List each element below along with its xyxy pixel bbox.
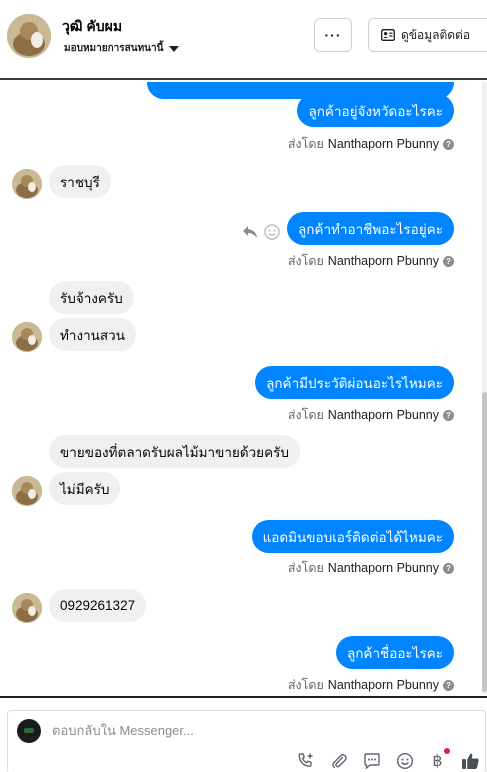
reply-icon[interactable]	[242, 225, 258, 239]
contact-name[interactable]: วุฒิ คับผม	[62, 16, 122, 38]
scrollbar-thumb[interactable]	[482, 392, 487, 692]
composer: ฿	[0, 696, 487, 772]
composer-box[interactable]: ฿	[7, 710, 486, 772]
message-bubble-outgoing[interactable]: ลูกค้าชื่ออะไรคะ	[335, 636, 454, 669]
message-bubble-outgoing[interactable]: แอดมินขอบเอร์ติดต่อได้ไหมคะ	[251, 520, 454, 553]
baht-icon[interactable]: ฿	[428, 748, 450, 770]
message-thread[interactable]: ลูกค้าอยู่จังหวัดอะไรคะ ส่งโดย Nanthapor…	[0, 82, 482, 694]
message-text: ราชบุรี	[60, 174, 100, 190]
message-text: ลูกค้าชื่ออะไรคะ	[346, 645, 443, 661]
contact-avatar-small[interactable]	[12, 476, 42, 506]
help-icon[interactable]: ?	[443, 409, 454, 421]
sent-by-prefix: ส่งโดย	[287, 408, 324, 422]
message-text: 0929261327	[60, 598, 136, 613]
contact-avatar-small[interactable]	[12, 169, 42, 199]
message-text: ลูกค้าทำอาชีพอะไรอยู่คะ	[298, 221, 443, 237]
message-bubble-incoming[interactable]: ทำงานสวน	[49, 318, 136, 351]
sent-by-prefix: ส่งโดย	[287, 678, 324, 692]
message-bubble-incoming[interactable]: 0929261327	[49, 589, 147, 622]
paperclip-icon[interactable]	[329, 751, 348, 770]
emoji-icon[interactable]	[395, 751, 414, 770]
contact-avatar[interactable]	[7, 14, 51, 58]
message-bubble-outgoing[interactable]: ลูกค้ามีประวัติผ่อนอะไรไหมคะ	[255, 366, 454, 399]
message-text: ขายของที่ตลาดรับผลไม้มาขายด้วยครับ	[60, 444, 289, 460]
assign-conversation-dropdown[interactable]: มอบหมายการสนทนานี้	[64, 41, 180, 56]
message-text: รับจ้างครับ	[60, 290, 123, 306]
sent-by-label: ส่งโดย Nanthaporn Pbunny ?	[288, 675, 454, 694]
conversation-header: วุฒิ คับผม มอบหมายการสนทนานี้ ··· ดูข้อม…	[0, 0, 487, 80]
view-contact-info-button[interactable]: ดูข้อมูลติดต่อ	[368, 18, 487, 52]
sender-name[interactable]: Nanthaporn Pbunny	[328, 137, 439, 151]
contact-avatar-small[interactable]	[12, 322, 42, 352]
sent-by-prefix: ส่งโดย	[287, 254, 324, 268]
message-text: แอดมินขอบเอร์ติดต่อได้ไหมคะ	[262, 529, 443, 545]
sent-by-prefix: ส่งโดย	[287, 137, 324, 151]
message-text: ลูกค้ามีประวัติผ่อนอะไรไหมคะ	[266, 375, 443, 391]
help-icon[interactable]: ?	[443, 255, 454, 267]
message-bubble-incoming[interactable]: ไม่มีครับ	[49, 472, 121, 505]
sender-name[interactable]: Nanthaporn Pbunny	[328, 561, 439, 575]
message-bubble-incoming[interactable]: ราชบุรี	[49, 165, 111, 198]
message-bubble-incoming[interactable]: รับจ้างครับ	[49, 281, 134, 314]
sent-by-label: ส่งโดย Nanthaporn Pbunny ?	[288, 134, 454, 154]
message-text: ไม่มีครับ	[60, 481, 110, 497]
notification-dot	[444, 748, 450, 754]
more-options-button[interactable]: ···	[314, 18, 352, 52]
contact-info-label: ดูข้อมูลติดต่อ	[401, 27, 471, 42]
caret-down-icon	[169, 46, 180, 52]
message-actions	[242, 224, 280, 240]
help-icon[interactable]: ?	[443, 138, 454, 150]
sent-by-label: ส่งโดย Nanthaporn Pbunny ?	[288, 405, 454, 425]
sent-by-prefix: ส่งโดย	[287, 561, 324, 575]
sender-name[interactable]: Nanthaporn Pbunny	[328, 678, 439, 692]
chat-bubble-icon[interactable]	[362, 751, 381, 770]
help-icon[interactable]: ?	[443, 562, 454, 574]
message-bubble-incoming[interactable]: ขายของที่ตลาดรับผลไม้มาขายด้วยครับ	[49, 435, 300, 468]
reply-input[interactable]	[52, 723, 432, 738]
sent-by-label: ส่งโดย Nanthaporn Pbunny ?	[288, 251, 454, 271]
smiley-icon[interactable]	[264, 224, 280, 240]
message-bubble-outgoing[interactable]: ลูกค้าอยู่จังหวัดอะไรคะ	[297, 94, 454, 127]
message-text: ลูกค้าอยู่จังหวัดอะไรคะ	[308, 103, 443, 119]
thumbs-up-icon[interactable]	[461, 751, 480, 770]
page-avatar	[17, 719, 41, 743]
assign-label: มอบหมายการสนทนานี้	[64, 43, 164, 54]
contact-card-icon	[381, 29, 395, 41]
sender-name[interactable]: Nanthaporn Pbunny	[328, 254, 439, 268]
message-text: ทำงานสวน	[60, 327, 125, 343]
contact-avatar-small[interactable]	[12, 593, 42, 623]
sender-name[interactable]: Nanthaporn Pbunny	[328, 408, 439, 422]
sent-by-label: ส่งโดย Nanthaporn Pbunny ?	[288, 558, 454, 578]
add-call-icon[interactable]	[296, 751, 315, 770]
help-icon[interactable]: ?	[443, 679, 454, 691]
message-bubble-outgoing[interactable]: ลูกค้าทำอาชีพอะไรอยู่คะ	[287, 212, 454, 245]
composer-toolbar: ฿	[296, 748, 480, 770]
ellipsis-icon: ···	[324, 27, 342, 43]
